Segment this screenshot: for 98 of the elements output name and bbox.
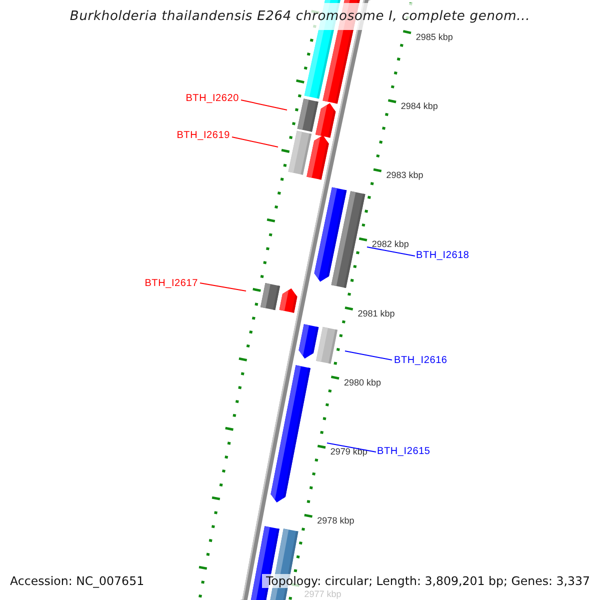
tick-mark [302, 528, 305, 531]
tick-mark [266, 247, 270, 250]
tick-mark [298, 541, 302, 545]
scale-label: 2985 kbp [416, 32, 453, 42]
tick-mark [294, 108, 298, 112]
gene-label: BTH_I2619 [176, 130, 230, 141]
tick-mark [289, 136, 293, 140]
tick-mark [348, 292, 351, 296]
major-tick-mark [373, 168, 382, 172]
leader-line [200, 282, 246, 292]
major-tick-mark [212, 496, 220, 500]
tick-mark [277, 192, 281, 195]
tick-mark [384, 112, 388, 116]
tick-mark [304, 66, 308, 70]
major-tick-mark [225, 426, 234, 431]
tick-mark [370, 182, 374, 186]
tick-mark [296, 555, 300, 558]
major-tick-mark [344, 306, 354, 310]
tick-mark [283, 164, 287, 167]
tick-mark [367, 196, 371, 199]
tick-mark [238, 386, 242, 390]
tick-mark [227, 442, 231, 445]
tick-mark [235, 400, 239, 404]
tick-mark [400, 44, 404, 47]
scale-label: 2983 kbp [386, 170, 424, 180]
scale-label: 2984 kbp [400, 101, 438, 112]
tick-mark [353, 264, 357, 268]
tick-mark [232, 414, 236, 418]
tick-mark [376, 154, 380, 158]
leader-line [232, 136, 278, 148]
tick-mark [211, 525, 215, 528]
major-tick-mark [358, 237, 368, 242]
tick-mark [260, 274, 264, 278]
tick-mark [310, 38, 314, 42]
tick-mark [396, 58, 400, 61]
gene-label: BTH_I2615 [377, 446, 430, 457]
major-tick-mark [330, 376, 340, 380]
tick-mark [394, 71, 398, 75]
major-tick-mark [266, 218, 276, 222]
gene-label: BTH_I2618 [416, 250, 470, 261]
tick-mark [288, 596, 292, 600]
tick-mark [280, 178, 284, 181]
major-tick-mark [388, 99, 396, 104]
scale-label: 2979 kbp [330, 446, 368, 456]
major-tick-mark [281, 148, 290, 153]
tick-mark [263, 261, 267, 264]
tick-mark [379, 140, 383, 144]
tick-mark [201, 580, 205, 584]
tick-mark [198, 594, 202, 598]
gene-label: BTH_I2620 [186, 93, 239, 104]
tick-mark [274, 205, 278, 209]
major-tick-mark [317, 444, 326, 449]
gene-label: BTH_I2616 [394, 355, 448, 366]
tick-mark [320, 430, 324, 434]
tick-mark [322, 417, 326, 420]
tick-mark [362, 223, 366, 227]
tick-mark [382, 126, 386, 130]
tick-mark [325, 403, 329, 406]
tick-mark [390, 85, 394, 88]
tick-mark [206, 552, 210, 556]
tick-mark [334, 362, 338, 365]
scale-label: 2977 kbp [304, 589, 342, 599]
tick-mark [328, 389, 332, 393]
major-tick-mark [238, 357, 248, 362]
gene-label: BTH_I2617 [144, 278, 198, 289]
tick-mark [336, 348, 340, 352]
leader-line [240, 100, 288, 110]
tick-mark [339, 334, 343, 338]
tick-mark [249, 330, 253, 334]
leader-line [344, 350, 392, 360]
major-tick-mark [252, 288, 261, 292]
tick-mark [254, 302, 258, 306]
scale-label: 2978 kbp [317, 516, 354, 526]
major-tick-mark [296, 79, 304, 84]
tick-mark [342, 320, 346, 324]
tick-mark [292, 122, 296, 126]
tick-mark [222, 469, 226, 473]
major-tick-mark [198, 566, 208, 570]
tick-mark [219, 483, 223, 486]
scale-label: 2980 kbp [344, 377, 381, 388]
major-tick-mark [304, 514, 312, 518]
tick-mark [208, 538, 212, 542]
tick-mark [268, 233, 272, 236]
tick-mark [240, 372, 244, 376]
scale-label: 2982 kbp [372, 239, 409, 250]
tick-mark [309, 486, 313, 490]
tick-mark [246, 344, 250, 348]
accession-text: Accession: NC_007651 [9, 574, 144, 588]
scale-label: 2981 kbp [358, 308, 395, 318]
tick-mark [312, 472, 316, 476]
tick-mark [314, 458, 318, 462]
tick-mark [356, 251, 360, 254]
tick-mark [364, 210, 368, 213]
tick-mark [252, 316, 256, 320]
tick-mark [224, 456, 228, 459]
tick-mark [214, 511, 218, 514]
tick-mark [306, 52, 310, 56]
tick-mark [350, 278, 354, 282]
